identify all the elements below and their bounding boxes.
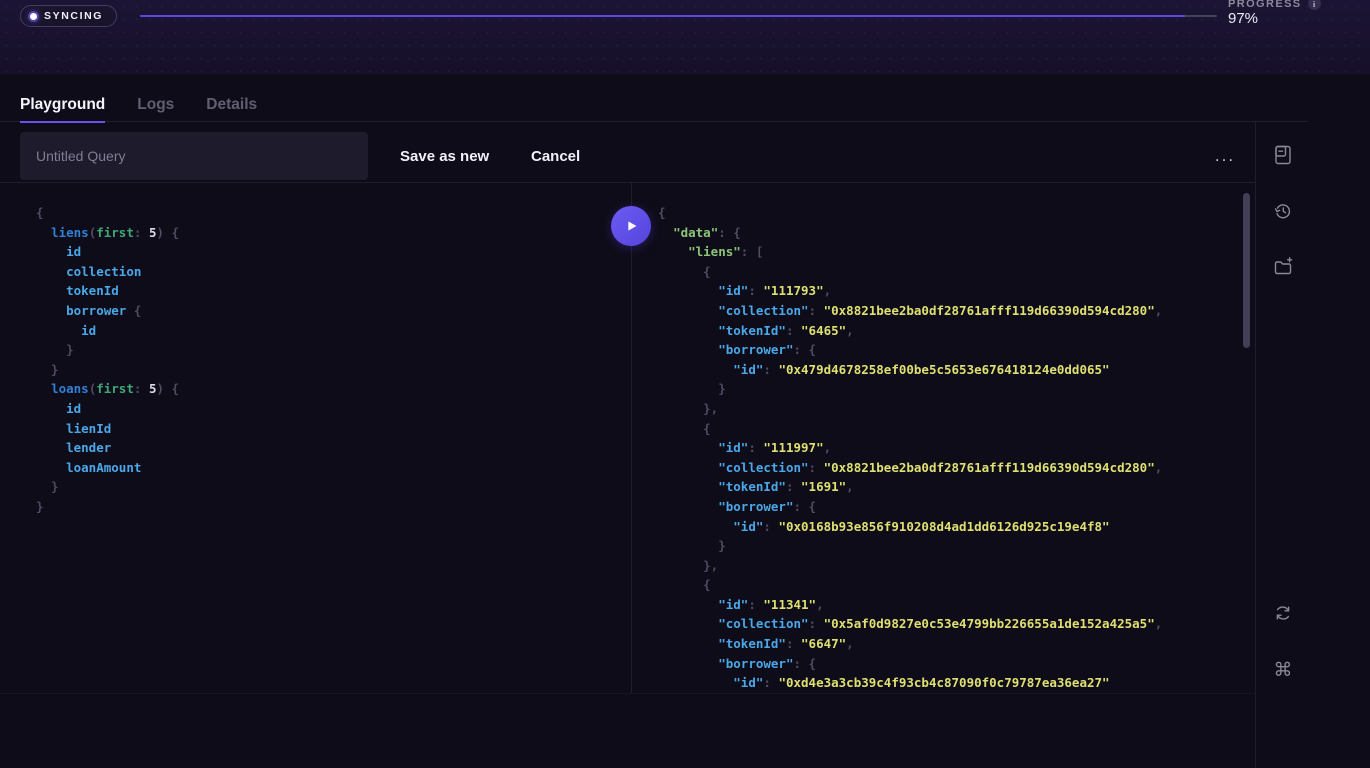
- code-line: id: [36, 242, 631, 262]
- code-line: lender: [36, 438, 631, 458]
- code-line: collection: [36, 262, 631, 282]
- info-icon[interactable]: i: [1308, 0, 1321, 10]
- progress-header: PROGRESS i: [1228, 0, 1321, 10]
- code-line: },: [658, 556, 1240, 576]
- response-json-code: { "data": { "liens": [ { "id": "111793",…: [632, 183, 1240, 693]
- sync-status-band: [0, 0, 1370, 74]
- view-tabs: Playground Logs Details: [20, 96, 257, 123]
- code-line: liens(first: 5) {: [36, 223, 631, 243]
- code-line: loanAmount: [36, 458, 631, 478]
- tab-logs[interactable]: Logs: [137, 96, 174, 123]
- code-line: loans(first: 5) {: [36, 379, 631, 399]
- code-line: "borrower": {: [658, 340, 1240, 360]
- code-line: },: [658, 399, 1240, 419]
- code-line: }: [658, 379, 1240, 399]
- code-line: "id": "0xd4e3a3cb39c4f93cb4c87090f0c7978…: [658, 673, 1240, 693]
- code-line: "id": "111997",: [658, 438, 1240, 458]
- syncing-status-dot-icon: [30, 13, 37, 20]
- saved-queries-button[interactable]: [1269, 141, 1297, 169]
- refresh-icon: [1271, 601, 1295, 625]
- cancel-button[interactable]: Cancel: [531, 132, 580, 180]
- code-line: "id": "0x479d4678258ef00be5c5653e6764181…: [658, 360, 1240, 380]
- code-line: "liens": [: [658, 242, 1240, 262]
- code-line: }: [36, 477, 631, 497]
- history-icon: [1271, 199, 1295, 223]
- panes-bottom-divider: [0, 693, 1255, 694]
- query-editor-code[interactable]: { liens(first: 5) { id collection tokenI…: [0, 183, 631, 517]
- sync-progress-bar-fill: [140, 15, 1185, 17]
- syncing-badge: SYNCING: [20, 5, 117, 27]
- code-line: "data": {: [658, 223, 1240, 243]
- syncing-badge-label: SYNCING: [44, 10, 103, 22]
- code-line: {: [658, 203, 1240, 223]
- code-line: id: [36, 399, 631, 419]
- code-line: {: [658, 419, 1240, 439]
- code-line: }: [36, 497, 631, 517]
- response-scrollbar[interactable]: [1243, 193, 1250, 348]
- code-line: "tokenId": "1691",: [658, 477, 1240, 497]
- more-options-icon[interactable]: ...: [1205, 132, 1245, 180]
- query-history-button[interactable]: [1269, 197, 1297, 225]
- query-name-input[interactable]: [20, 132, 368, 180]
- refresh-button[interactable]: [1269, 599, 1297, 627]
- code-line: {: [658, 575, 1240, 595]
- subgraph-playground-page: SYNCING PROGRESS i 97% Playground Logs D…: [0, 0, 1370, 768]
- sync-progress-bar: [140, 15, 1217, 17]
- run-query-button[interactable]: [611, 206, 651, 246]
- code-line: "id": "0x0168b93e856f910208d4ad1dd6126d9…: [658, 517, 1240, 537]
- code-line: "collection": "0x8821bee2ba0df28761afff1…: [658, 458, 1240, 478]
- code-line: id: [36, 321, 631, 341]
- query-response-viewer: { "data": { "liens": [ { "id": "111793",…: [632, 183, 1240, 693]
- code-line: "borrower": {: [658, 654, 1240, 674]
- code-line: }: [36, 340, 631, 360]
- progress-percent-value: 97%: [1228, 10, 1258, 27]
- command-icon: ⌘: [1274, 659, 1293, 681]
- code-line: borrower {: [36, 301, 631, 321]
- sidebar-divider: [1255, 122, 1256, 768]
- code-line: "id": "11341",: [658, 595, 1240, 615]
- tab-details[interactable]: Details: [206, 96, 257, 123]
- code-line: }: [36, 360, 631, 380]
- new-folder-button[interactable]: [1269, 253, 1297, 281]
- play-icon: [623, 218, 639, 234]
- code-line: {: [658, 262, 1240, 282]
- progress-label: PROGRESS: [1228, 0, 1302, 10]
- save-as-new-button[interactable]: Save as new: [400, 132, 489, 180]
- code-line: }: [658, 536, 1240, 556]
- code-line: "id": "111793",: [658, 281, 1240, 301]
- graphql-query-editor[interactable]: { liens(first: 5) { id collection tokenI…: [0, 183, 631, 693]
- code-line: "collection": "0x5af0d9827e0c53e4799bb22…: [658, 614, 1240, 634]
- tab-playground[interactable]: Playground: [20, 96, 105, 123]
- code-line: "tokenId": "6465",: [658, 321, 1240, 341]
- keyboard-shortcuts-button[interactable]: ⌘: [1269, 656, 1297, 684]
- code-line: {: [36, 203, 631, 223]
- code-line: "borrower": {: [658, 497, 1240, 517]
- code-line: tokenId: [36, 281, 631, 301]
- code-line: "tokenId": "6647",: [658, 634, 1240, 654]
- saved-queries-icon: [1271, 143, 1295, 167]
- code-line: "collection": "0x8821bee2ba0df28761afff1…: [658, 301, 1240, 321]
- new-folder-icon: [1271, 255, 1295, 279]
- code-line: lienId: [36, 419, 631, 439]
